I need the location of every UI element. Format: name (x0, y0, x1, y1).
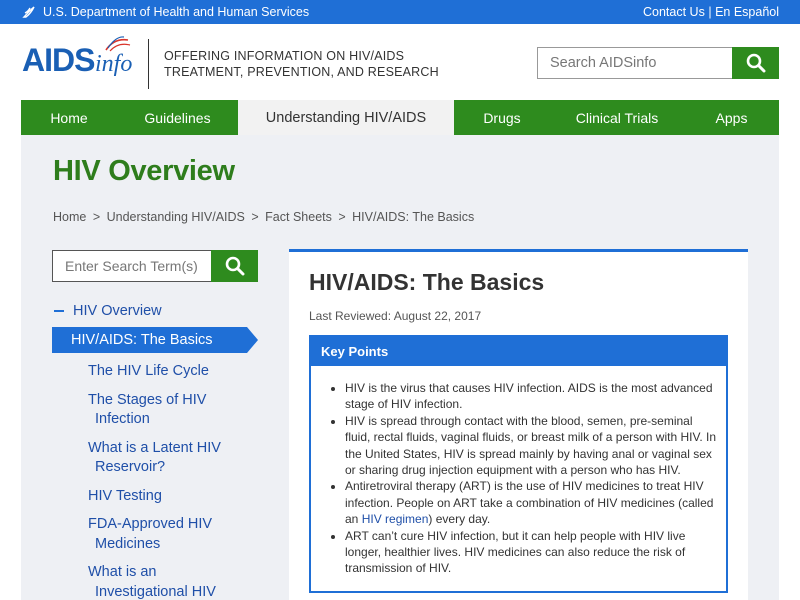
sidebar-nav: HIV Overview HIV/AIDS: The Basics The HI… (52, 300, 258, 600)
tagline-line-1: OFFERING INFORMATION ON HIV/AIDS (164, 49, 405, 63)
article-title: HIV/AIDS: The Basics (309, 269, 545, 295)
tagline-line-2: TREATMENT, PREVENTION, AND RESEARCH (164, 65, 439, 79)
logo-aids-text: AIDS (22, 42, 95, 78)
logo-info-text: info (95, 51, 133, 77)
espanol-link[interactable]: En Español (715, 5, 779, 19)
site-search-input[interactable] (537, 47, 732, 79)
sidebar-item-investigational[interactable]: What is an Investigational HIV (52, 563, 258, 600)
hiv-regimen-link[interactable]: HIV regimen (362, 512, 429, 526)
sidebar-item-stages[interactable]: The Stages of HIV Infection (52, 391, 258, 430)
key-point-text: ) every day. (428, 512, 491, 527)
sidebar-item-hiv-overview[interactable]: HIV Overview (52, 300, 258, 322)
breadcrumb-separator: > (251, 210, 259, 224)
hhs-eagle-icon (22, 6, 35, 18)
sidebar-item-line: What is an (88, 564, 157, 580)
site-header: AIDS info OFFERING INFORMATION ON HIV/AI… (0, 24, 800, 100)
topbar-separator: | (708, 5, 712, 19)
breadcrumb-current: HIV/AIDS: The Basics (352, 210, 475, 224)
sidebar-search-button[interactable] (211, 250, 258, 282)
sidebar-item-line: Reservoir? (95, 459, 166, 475)
logo-divider (148, 39, 149, 89)
site-search (537, 47, 779, 79)
sidebar-item-line: The Stages of HIV (88, 391, 207, 408)
sidebar-item-line: What is a Latent HIV (88, 439, 221, 456)
key-point: HIV is the virus that causes HIV infecti… (345, 380, 718, 413)
hhs-link[interactable]: U.S. Department of Health and Human Serv… (22, 5, 309, 19)
nav-clinical-trials[interactable]: Clinical Trials (550, 100, 684, 135)
breadcrumb-separator: > (92, 210, 101, 224)
key-point: Antiretroviral therapy (ART) is the use … (345, 478, 718, 527)
top-bar: U.S. Department of Health and Human Serv… (0, 0, 800, 24)
nav-home[interactable]: Home (21, 100, 117, 135)
search-icon (225, 256, 244, 276)
logo-burst-icon (105, 36, 131, 52)
collapse-minus-icon[interactable] (54, 310, 64, 312)
contact-us-link[interactable]: Contact Us (643, 5, 705, 19)
nav-apps[interactable]: Apps (684, 100, 779, 135)
key-points-title: Key Points (311, 337, 726, 366)
sidebar-search-input[interactable] (52, 250, 211, 282)
sidebar-item-line: Investigational HIV (95, 583, 216, 600)
nav-drugs[interactable]: Drugs (454, 100, 550, 135)
language-links: Contact Us | En Español (643, 5, 779, 19)
last-reviewed: Last Reviewed: August 22, 2017 (309, 309, 482, 323)
sidebar-item-life-cycle[interactable]: The HIV Life Cycle (52, 362, 258, 382)
sidebar-section-label: HIV Overview (73, 303, 162, 319)
key-point: HIV is spread through contact with the b… (345, 413, 718, 479)
key-point: ART can’t cure HIV infection, but it can… (345, 528, 718, 577)
sidebar-item-active[interactable]: HIV/AIDS: The Basics (52, 327, 258, 353)
key-points-box: Key Points HIV is the virus that causes … (309, 335, 728, 593)
breadcrumb-separator: > (338, 210, 346, 224)
key-points-list: HIV is the virus that causes HIV infecti… (311, 366, 726, 577)
sidebar-item-hiv-testing[interactable]: HIV Testing (52, 487, 258, 507)
site-search-button[interactable] (732, 47, 779, 79)
breadcrumb: Home > Understanding HIV/AIDS > Fact She… (53, 210, 474, 224)
sidebar-item-latent-reservoir[interactable]: What is a Latent HIV Reservoir? (52, 439, 258, 478)
hhs-label: U.S. Department of Health and Human Serv… (43, 5, 310, 19)
site-tagline: OFFERING INFORMATION ON HIV/AIDS TREATME… (164, 48, 439, 80)
article-panel: HIV/AIDS: The Basics Last Reviewed: Augu… (289, 249, 748, 600)
breadcrumb-home[interactable]: Home (53, 210, 86, 224)
sidebar-item-line: Medicines (95, 535, 161, 552)
breadcrumb-fact-sheets[interactable]: Fact Sheets (265, 210, 332, 224)
nav-understanding-hiv-aids[interactable]: Understanding HIV/AIDS (238, 100, 454, 135)
sidebar-item-line: HIV Testing (88, 487, 162, 504)
sidebar-item-line: FDA-Approved HIV (88, 516, 213, 532)
breadcrumb-understanding[interactable]: Understanding HIV/AIDS (107, 210, 245, 224)
sidebar-item-fda-medicines[interactable]: FDA-Approved HIV Medicines (52, 515, 258, 554)
page-title: HIV Overview (53, 155, 235, 187)
main-nav: Home Guidelines Understanding HIV/AIDS D… (21, 100, 779, 135)
nav-guidelines[interactable]: Guidelines (117, 100, 238, 135)
sidebar-item-line: Infection (95, 411, 150, 427)
aidsinfo-logo[interactable]: AIDS info (22, 36, 140, 80)
sidebar-search (52, 250, 258, 282)
search-icon (746, 53, 765, 73)
sidebar-item-line: The HIV Life Cycle (88, 363, 209, 379)
